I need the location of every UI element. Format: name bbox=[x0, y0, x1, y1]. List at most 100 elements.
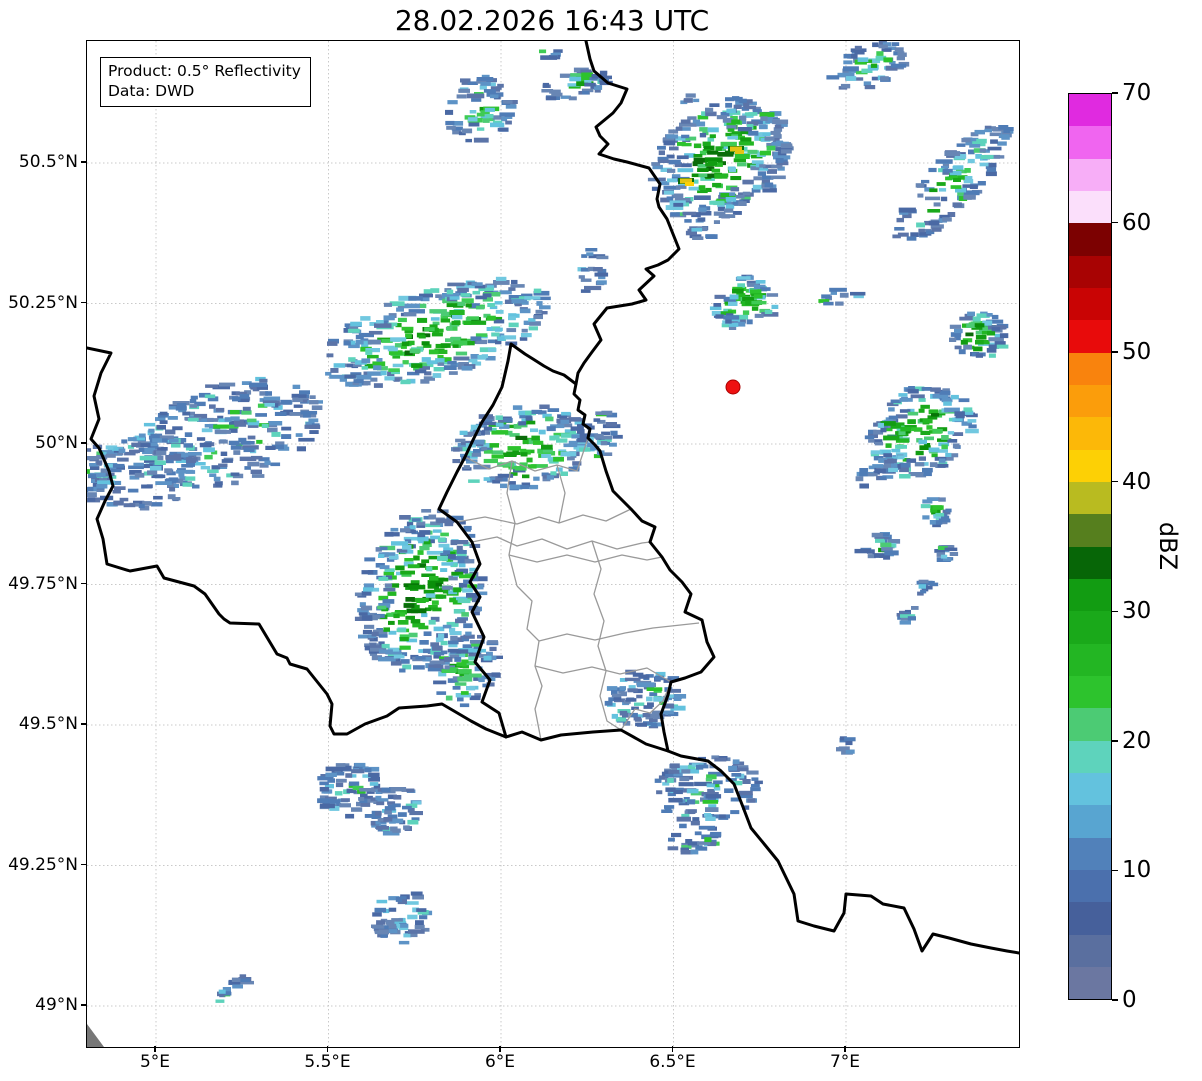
data-source-line: Data: DWD bbox=[108, 82, 195, 101]
colorbar-tick-mark bbox=[1112, 480, 1118, 483]
colorbar-segment bbox=[1069, 384, 1111, 418]
colorbar-tick-label: 70 bbox=[1122, 80, 1152, 106]
product-line: Product: 0.5° Reflectivity bbox=[108, 62, 301, 80]
colorbar-segment bbox=[1069, 966, 1111, 1000]
echo-cluster-nw-small bbox=[445, 74, 518, 143]
echo-cluster-e-storm-sw bbox=[855, 458, 901, 489]
y-tick-mark bbox=[80, 301, 86, 304]
x-tick-label: 5.5°E bbox=[304, 1052, 351, 1072]
x-tick-mark bbox=[844, 1046, 846, 1052]
echo-cluster-e-small-n bbox=[949, 311, 1009, 358]
echo-cluster-se-lux bbox=[604, 669, 687, 729]
colorbar-tick-mark bbox=[1112, 92, 1118, 94]
colorbar-segment bbox=[1069, 740, 1111, 773]
colorbar-segment bbox=[1069, 320, 1111, 353]
echo-cluster-e-sc-3 bbox=[934, 545, 959, 562]
colorbar-tick-mark bbox=[1112, 999, 1118, 1001]
national-borders bbox=[87, 41, 1019, 955]
colorbar-tick-mark bbox=[1112, 740, 1118, 742]
echo-cluster-e-dots bbox=[818, 287, 866, 306]
location-marker-dot bbox=[725, 379, 741, 395]
colorbar-segment bbox=[1069, 287, 1111, 321]
echo-cluster-eifel-storm bbox=[647, 96, 794, 224]
colorbar-segment bbox=[1069, 481, 1111, 515]
colorbar-segment bbox=[1069, 546, 1111, 579]
echo-cluster-s-blue-2 bbox=[364, 787, 423, 836]
colorbar-segment bbox=[1069, 94, 1111, 127]
colorbar bbox=[1068, 93, 1112, 1000]
y-tick-label: 49.25°N bbox=[8, 854, 78, 875]
y-tick-label: 50°N bbox=[35, 433, 78, 453]
y-tick-mark bbox=[80, 161, 86, 163]
echo-cluster-west-band-b bbox=[133, 376, 323, 488]
colorbar-segment bbox=[1069, 352, 1111, 385]
echo-cluster-e-sc-4 bbox=[896, 606, 919, 625]
colorbar-tick-label: 60 bbox=[1122, 209, 1152, 236]
x-tick-label: 5°E bbox=[139, 1052, 171, 1072]
colorbar-tick-label: 10 bbox=[1122, 857, 1152, 884]
radar-echoes bbox=[87, 41, 1014, 1003]
colorbar-segment bbox=[1069, 223, 1111, 256]
colorbar-segment bbox=[1069, 805, 1111, 838]
echo-cluster-blob-small-ne bbox=[709, 274, 779, 330]
colorbar-segment bbox=[1069, 837, 1111, 870]
colorbar-unit-label: dBZ bbox=[1154, 521, 1182, 571]
colorbar-tick-label: 0 bbox=[1122, 987, 1137, 1013]
x-tick-mark bbox=[499, 1046, 501, 1052]
radar-range-edge bbox=[87, 1024, 104, 1047]
echo-cluster-north-lux-band bbox=[451, 404, 599, 491]
y-tick-label: 49°N bbox=[35, 995, 78, 1015]
x-tick-label: 6.5°E bbox=[649, 1052, 696, 1072]
colorbar-tick-label: 40 bbox=[1122, 468, 1152, 495]
y-tick-label: 49.75°N bbox=[8, 573, 78, 594]
colorbar-segment bbox=[1069, 708, 1111, 741]
echo-cluster-ne-cluster bbox=[826, 41, 910, 90]
x-tick-mark bbox=[671, 1046, 674, 1052]
colorbar-segment bbox=[1069, 611, 1111, 644]
echo-cluster-north-lux-small bbox=[577, 248, 609, 293]
echo-cluster-border-top bbox=[541, 67, 613, 101]
x-tick-label: 7°E bbox=[829, 1052, 861, 1072]
colorbar-segment bbox=[1069, 772, 1111, 806]
colorbar-tick-mark bbox=[1112, 221, 1118, 224]
colorbar-segment bbox=[1069, 643, 1111, 676]
colorbar-tick-label: 20 bbox=[1122, 727, 1152, 754]
colorbar-tick-label: 30 bbox=[1122, 598, 1152, 625]
product-info-box: Product: 0.5° Reflectivity Data: DWD bbox=[100, 57, 311, 107]
echo-cluster-top-tiny-1 bbox=[539, 49, 563, 60]
echo-cluster-s-blue-1 bbox=[317, 762, 381, 819]
x-tick-mark bbox=[154, 1046, 156, 1052]
radar-figure: 28.02.2026 16:43 UTC Product: 0.5° Refle… bbox=[0, 0, 1202, 1081]
colorbar-segment bbox=[1069, 578, 1111, 612]
x-tick-mark bbox=[326, 1046, 329, 1052]
y-tick-mark bbox=[80, 723, 86, 725]
echo-cluster-tiny-ne2 bbox=[685, 226, 718, 240]
colorbar-segment bbox=[1069, 902, 1111, 935]
colorbar-segment bbox=[1069, 449, 1111, 482]
echo-cluster-saar-2 bbox=[667, 820, 722, 855]
colorbar-segment bbox=[1069, 934, 1111, 967]
colorbar-segment bbox=[1069, 417, 1111, 450]
echo-cluster-ne-band bbox=[892, 125, 1014, 241]
echo-cluster-top-tiny-2 bbox=[680, 93, 700, 105]
colorbar-tick-mark bbox=[1112, 351, 1118, 353]
echo-cluster-e-sc-1 bbox=[920, 497, 952, 528]
map-plot-area bbox=[86, 40, 1020, 1048]
echo-cluster-west-band-a bbox=[325, 276, 551, 388]
colorbar-segment bbox=[1069, 255, 1111, 288]
y-tick-label: 50.5°N bbox=[18, 152, 78, 172]
echo-cluster-s-blue-3 bbox=[371, 891, 433, 945]
echo-cluster-s-streak bbox=[215, 974, 254, 1003]
radar-map-canvas bbox=[87, 41, 1019, 1047]
colorbar-segment bbox=[1069, 158, 1111, 191]
y-tick-mark bbox=[80, 442, 86, 444]
echo-cluster-saar-1 bbox=[654, 755, 763, 822]
colorbar-segment bbox=[1069, 675, 1111, 709]
y-tick-label: 49.5°N bbox=[18, 714, 78, 734]
x-tick-label: 6°E bbox=[484, 1052, 516, 1072]
colorbar-tick-mark bbox=[1112, 869, 1118, 872]
colorbar-tick-label: 50 bbox=[1122, 339, 1152, 366]
colorbar-segment bbox=[1069, 869, 1111, 903]
colorbar-tick-mark bbox=[1112, 610, 1118, 613]
colorbar-segment bbox=[1069, 190, 1111, 224]
